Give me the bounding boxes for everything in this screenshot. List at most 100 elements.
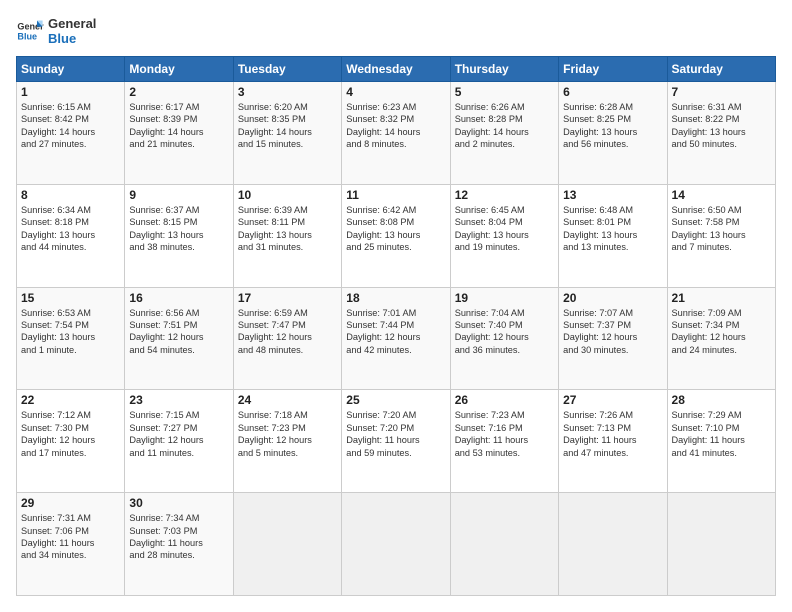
day-number: 30 xyxy=(129,496,228,510)
day-number: 27 xyxy=(563,393,662,407)
calendar-cell: 23Sunrise: 7:15 AM Sunset: 7:27 PM Dayli… xyxy=(125,390,233,493)
day-number: 23 xyxy=(129,393,228,407)
day-number: 13 xyxy=(563,188,662,202)
day-info: Sunrise: 6:48 AM Sunset: 8:01 PM Dayligh… xyxy=(563,204,662,254)
calendar-cell: 14 Sunrise: 6:50 AM Sunset: 7:58 PM Dayli… xyxy=(667,184,775,287)
day-info: Sunrise: 7:20 AM Sunset: 7:20 PM Dayligh… xyxy=(346,409,445,459)
logo: General Blue General Blue xyxy=(16,16,96,46)
calendar-cell: 2 Sunrise: 6:17 AM Sunset: 8:39 PM Daylig… xyxy=(125,82,233,185)
day-info: Sunrise: 7:23 AM Sunset: 7:16 PM Dayligh… xyxy=(455,409,554,459)
calendar-cell: 13 Sunrise: 6:48 AM Sunset: 8:01 PM Dayli… xyxy=(559,184,667,287)
day-number: 18 xyxy=(346,291,445,305)
weekday-header-friday: Friday xyxy=(559,57,667,82)
day-number: 4 xyxy=(346,85,445,99)
calendar-cell xyxy=(559,493,667,596)
day-number: 20 xyxy=(563,291,662,305)
calendar-cell: 18 Sunrise: 7:01 AM Sunset: 7:44 PM Dayli… xyxy=(342,287,450,390)
day-info: Sunrise: 6:20 AM Sunset: 8:35 PM Dayligh… xyxy=(238,101,337,151)
calendar-cell: 27 Sunrise: 7:26 AM Sunset: 7:13 PM Dayli… xyxy=(559,390,667,493)
day-info: Sunrise: 6:45 AM Sunset: 8:04 PM Dayligh… xyxy=(455,204,554,254)
day-info: Sunrise: 7:12 AM Sunset: 7:30 PM Dayligh… xyxy=(21,409,120,459)
day-number: 1 xyxy=(21,85,120,99)
weekday-header-tuesday: Tuesday xyxy=(233,57,341,82)
day-number: 6 xyxy=(563,85,662,99)
day-info: Sunrise: 6:56 AM Sunset: 7:51 PM Dayligh… xyxy=(129,307,228,357)
day-info: Sunrise: 6:37 AM Sunset: 8:15 PM Dayligh… xyxy=(129,204,228,254)
day-number: 11 xyxy=(346,188,445,202)
calendar-cell: 24 Sunrise: 7:18 AM Sunset: 7:23 PM Dayli… xyxy=(233,390,341,493)
day-info: Sunrise: 7:07 AM Sunset: 7:37 PM Dayligh… xyxy=(563,307,662,357)
day-info: Sunrise: 6:23 AM Sunset: 8:32 PM Dayligh… xyxy=(346,101,445,151)
day-number: 8 xyxy=(21,188,120,202)
calendar-cell: 22 Sunrise: 7:12 AM Sunset: 7:30 PM Dayli… xyxy=(17,390,125,493)
page: General Blue General Blue SundayMondayTu… xyxy=(0,0,792,612)
calendar-cell xyxy=(667,493,775,596)
logo-general: General xyxy=(48,16,96,31)
day-info: Sunrise: 6:15 AM Sunset: 8:42 PM Dayligh… xyxy=(21,101,120,151)
calendar-cell: 4 Sunrise: 6:23 AM Sunset: 8:32 PM Daylig… xyxy=(342,82,450,185)
day-info: Sunrise: 6:59 AM Sunset: 7:47 PM Dayligh… xyxy=(238,307,337,357)
day-info: Sunrise: 6:42 AM Sunset: 8:08 PM Dayligh… xyxy=(346,204,445,254)
calendar-cell: 28 Sunrise: 7:29 AM Sunset: 7:10 PM Dayli… xyxy=(667,390,775,493)
calendar-header-row: SundayMondayTuesdayWednesdayThursdayFrid… xyxy=(17,57,776,82)
calendar-cell: 21Sunrise: 7:09 AM Sunset: 7:34 PM Dayli… xyxy=(667,287,775,390)
day-number: 9 xyxy=(129,188,228,202)
day-number: 12 xyxy=(455,188,554,202)
day-info: Sunrise: 7:26 AM Sunset: 7:13 PM Dayligh… xyxy=(563,409,662,459)
day-info: Sunrise: 7:31 AM Sunset: 7:06 PM Dayligh… xyxy=(21,512,120,562)
day-number: 28 xyxy=(672,393,771,407)
day-number: 7 xyxy=(672,85,771,99)
logo-icon: General Blue xyxy=(16,17,44,45)
day-number: 2 xyxy=(129,85,228,99)
day-number: 29 xyxy=(21,496,120,510)
header: General Blue General Blue xyxy=(16,16,776,46)
day-info: Sunrise: 6:26 AM Sunset: 8:28 PM Dayligh… xyxy=(455,101,554,151)
calendar-cell: 6 Sunrise: 6:28 AM Sunset: 8:25 PM Daylig… xyxy=(559,82,667,185)
day-info: Sunrise: 7:01 AM Sunset: 7:44 PM Dayligh… xyxy=(346,307,445,357)
day-info: Sunrise: 7:09 AM Sunset: 7:34 PM Dayligh… xyxy=(672,307,771,357)
calendar-cell: 15Sunrise: 6:53 AM Sunset: 7:54 PM Dayli… xyxy=(17,287,125,390)
calendar-cell: 12 Sunrise: 6:45 AM Sunset: 8:04 PM Dayli… xyxy=(450,184,558,287)
day-number: 24 xyxy=(238,393,337,407)
calendar-cell xyxy=(342,493,450,596)
calendar-cell: 7Sunrise: 6:31 AM Sunset: 8:22 PM Daylig… xyxy=(667,82,775,185)
calendar-week-row: 8 Sunrise: 6:34 AM Sunset: 8:18 PM Daylig… xyxy=(17,184,776,287)
calendar-cell: 1 Sunrise: 6:15 AM Sunset: 8:42 PM Daylig… xyxy=(17,82,125,185)
day-number: 25 xyxy=(346,393,445,407)
calendar-cell: 3 Sunrise: 6:20 AM Sunset: 8:35 PM Daylig… xyxy=(233,82,341,185)
day-number: 3 xyxy=(238,85,337,99)
day-number: 19 xyxy=(455,291,554,305)
calendar-cell: 20 Sunrise: 7:07 AM Sunset: 7:37 PM Dayli… xyxy=(559,287,667,390)
day-info: Sunrise: 7:18 AM Sunset: 7:23 PM Dayligh… xyxy=(238,409,337,459)
logo-blue: Blue xyxy=(48,31,96,46)
day-number: 26 xyxy=(455,393,554,407)
day-info: Sunrise: 6:53 AM Sunset: 7:54 PM Dayligh… xyxy=(21,307,120,357)
calendar-cell: 11 Sunrise: 6:42 AM Sunset: 8:08 PM Dayli… xyxy=(342,184,450,287)
day-info: Sunrise: 6:50 AM Sunset: 7:58 PM Dayligh… xyxy=(672,204,771,254)
calendar-cell xyxy=(233,493,341,596)
calendar-cell: 19 Sunrise: 7:04 AM Sunset: 7:40 PM Dayli… xyxy=(450,287,558,390)
calendar-week-row: 15Sunrise: 6:53 AM Sunset: 7:54 PM Dayli… xyxy=(17,287,776,390)
calendar-week-row: 1 Sunrise: 6:15 AM Sunset: 8:42 PM Daylig… xyxy=(17,82,776,185)
calendar-week-row: 22 Sunrise: 7:12 AM Sunset: 7:30 PM Dayli… xyxy=(17,390,776,493)
calendar-cell: 17 Sunrise: 6:59 AM Sunset: 7:47 PM Dayli… xyxy=(233,287,341,390)
day-number: 17 xyxy=(238,291,337,305)
day-info: Sunrise: 6:34 AM Sunset: 8:18 PM Dayligh… xyxy=(21,204,120,254)
svg-text:Blue: Blue xyxy=(17,31,37,41)
calendar-cell: 25 Sunrise: 7:20 AM Sunset: 7:20 PM Dayli… xyxy=(342,390,450,493)
day-number: 22 xyxy=(21,393,120,407)
calendar-cell: 29 Sunrise: 7:31 AM Sunset: 7:06 PM Dayli… xyxy=(17,493,125,596)
calendar-cell: 9 Sunrise: 6:37 AM Sunset: 8:15 PM Daylig… xyxy=(125,184,233,287)
day-info: Sunrise: 6:28 AM Sunset: 8:25 PM Dayligh… xyxy=(563,101,662,151)
calendar-cell: 16Sunrise: 6:56 AM Sunset: 7:51 PM Dayli… xyxy=(125,287,233,390)
calendar-table: SundayMondayTuesdayWednesdayThursdayFrid… xyxy=(16,56,776,596)
weekday-header-wednesday: Wednesday xyxy=(342,57,450,82)
day-info: Sunrise: 7:29 AM Sunset: 7:10 PM Dayligh… xyxy=(672,409,771,459)
day-info: Sunrise: 6:17 AM Sunset: 8:39 PM Dayligh… xyxy=(129,101,228,151)
weekday-header-thursday: Thursday xyxy=(450,57,558,82)
day-info: Sunrise: 7:34 AM Sunset: 7:03 PM Dayligh… xyxy=(129,512,228,562)
calendar-week-row: 29 Sunrise: 7:31 AM Sunset: 7:06 PM Dayli… xyxy=(17,493,776,596)
day-info: Sunrise: 7:04 AM Sunset: 7:40 PM Dayligh… xyxy=(455,307,554,357)
calendar-cell: 26 Sunrise: 7:23 AM Sunset: 7:16 PM Dayli… xyxy=(450,390,558,493)
day-number: 14 xyxy=(672,188,771,202)
